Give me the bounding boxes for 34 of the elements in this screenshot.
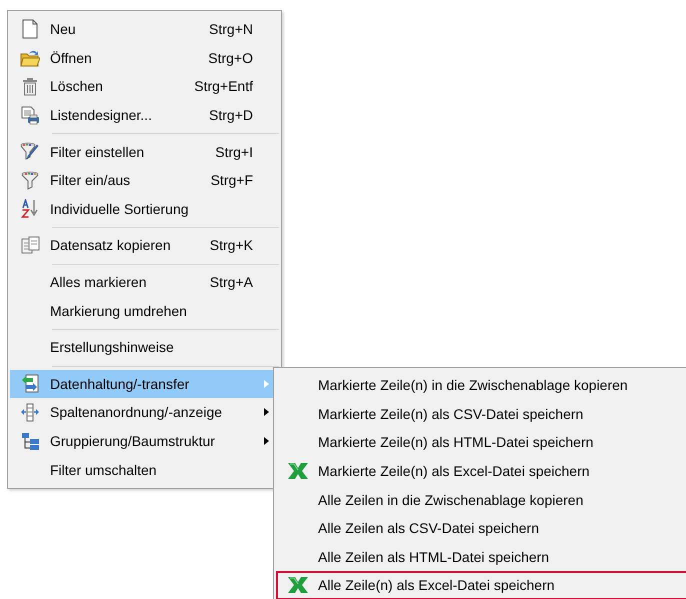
document-icon — [22, 19, 38, 40]
trash-icon — [22, 76, 38, 96]
menu-item[interactable]: Filter ein/aus Strg+F — [10, 166, 279, 195]
menu-item[interactable]: Erstellungshinweise — [10, 332, 279, 362]
menu-item[interactable]: Öffnen Strg+O — [10, 44, 279, 72]
menu-item[interactable]: Spaltenanordnung/-anzeige — [10, 398, 279, 427]
spreadsheet-x-icon — [287, 576, 309, 594]
menu-item[interactable]: Markierte Zeile(n) als CSV-Datei speichern — [276, 400, 686, 428]
menu-item[interactable]: Markierung umdrehen — [10, 296, 279, 325]
filter-icon — [21, 170, 39, 190]
menu-item[interactable]: Filter einstellen Strg+I — [10, 137, 279, 166]
menu-item[interactable]: Gruppierung/Baumstruktur — [10, 426, 279, 456]
sort-icon — [20, 199, 40, 218]
menu-item[interactable]: Alle Zeilen als HTML-Datei speichern — [276, 542, 686, 572]
menu-item[interactable]: Löschen Strg+Entf — [10, 72, 279, 101]
menu-item[interactable]: Alles markieren Strg+A — [10, 268, 279, 296]
copy-icon — [20, 236, 40, 254]
menu-item[interactable]: Alle Zeilen als CSV-Datei speichern — [276, 514, 686, 543]
tree-icon — [20, 432, 40, 451]
menu-item[interactable]: Markierte Zeile(n) als HTML-Datei speichern — [276, 428, 686, 457]
menu-item[interactable]: Alle Zeilen in die Zwischenablage kopieren — [276, 485, 686, 514]
menu-item[interactable]: Markierte Zeile(n) in die Zwischenablage kopieren — [276, 371, 686, 400]
menu-item[interactable]: Neu Strg+N — [10, 15, 279, 44]
folder-icon — [20, 48, 40, 67]
menu-item[interactable]: Alle Zeile(n) als Excel-Datei speichern — [276, 571, 686, 599]
menu-item[interactable]: Individuelle Sortierung — [10, 194, 279, 224]
printer-document-icon — [20, 106, 40, 125]
column-move-icon — [20, 402, 40, 422]
menu-item[interactable]: Datensatz kopieren Strg+K — [10, 231, 279, 260]
menu-item[interactable]: Markierte Zeile(n) als Excel-Datei speichern — [276, 456, 686, 486]
filter-pencil-icon — [20, 142, 40, 162]
transfer-icon — [20, 374, 40, 394]
spreadsheet-x-icon — [287, 462, 309, 480]
menu-item[interactable]: Listendesigner... Strg+D — [10, 100, 279, 130]
